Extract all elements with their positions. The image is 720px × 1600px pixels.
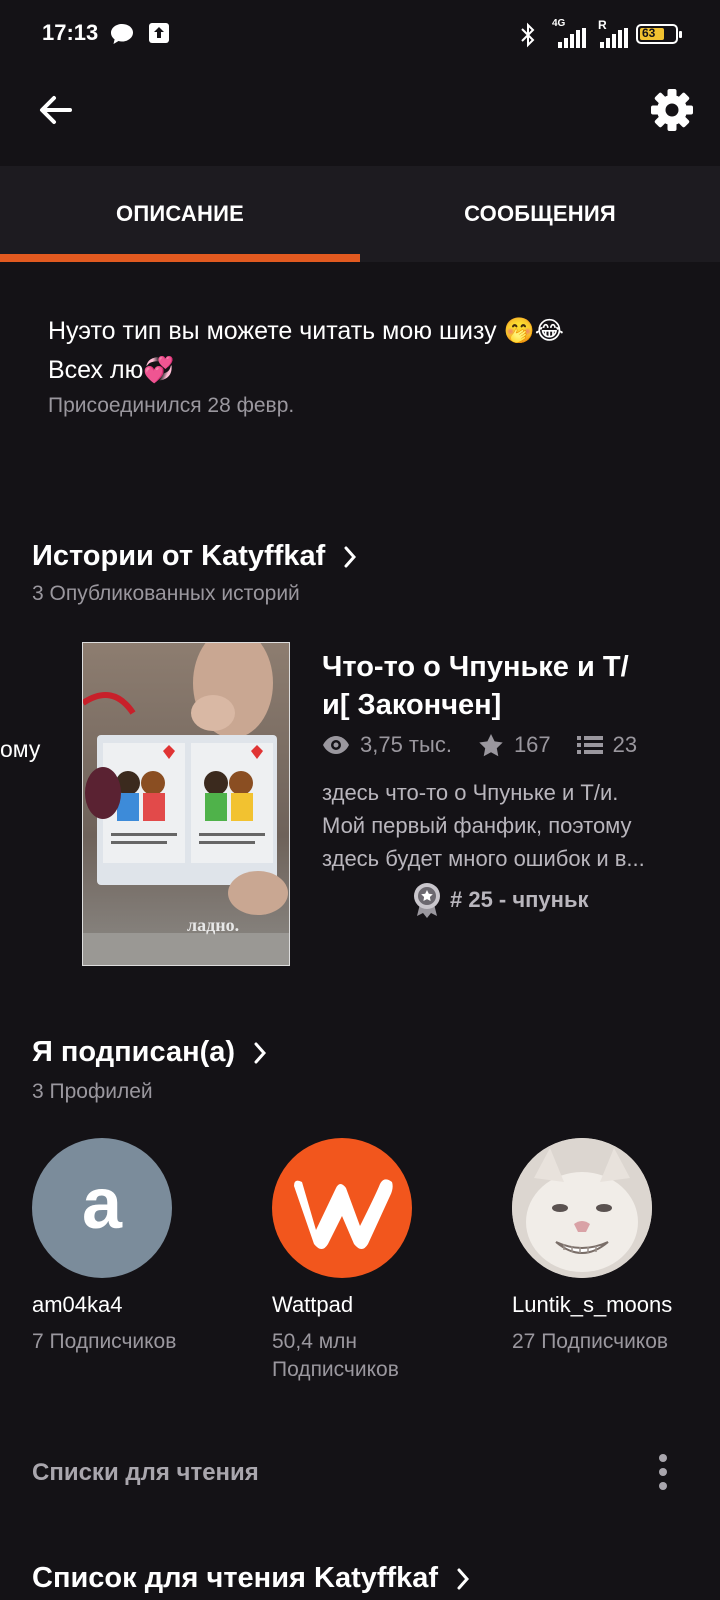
story-title-line2: и[ Закончен] bbox=[322, 689, 502, 721]
bio-text-line2: Всех лю💞 bbox=[48, 356, 175, 384]
profile-name: am04ka4 bbox=[32, 1292, 123, 1317]
following-title: Я подписан(а) bbox=[32, 1036, 236, 1068]
joined-date: Присоединился 28 февр. bbox=[48, 394, 295, 417]
list-icon bbox=[576, 736, 603, 754]
story-description[interactable]: здесь что-то о Чпуньке и Т/и. Мой первый… bbox=[322, 776, 692, 875]
votes-stat: 167 bbox=[478, 732, 551, 758]
story-description-line: здесь будет много ошибок и в... bbox=[322, 846, 645, 871]
following-count: 3 Профилей bbox=[32, 1080, 153, 1103]
signal-icon bbox=[558, 28, 586, 48]
ranking-badge-icon bbox=[414, 883, 440, 918]
stories-title: Истории от Katyffkaf bbox=[32, 540, 326, 572]
reading-list-header[interactable]: Список для чтения Katyffkaf bbox=[32, 1562, 470, 1595]
wattpad-logo bbox=[272, 1138, 412, 1278]
status-time: 17:13 bbox=[42, 20, 99, 45]
profile-tabs: ОПИСАНИЕ СООБЩЕНИЯ bbox=[0, 166, 720, 262]
story-description-line: здесь что-то о Чпуньке и Т/и. bbox=[322, 780, 619, 805]
battery-icon: 63 bbox=[636, 24, 682, 44]
more-vertical-icon bbox=[659, 1454, 667, 1490]
battery-level: 63 bbox=[642, 26, 656, 40]
previous-story-peek[interactable]: ому bbox=[0, 736, 40, 763]
story-rank[interactable]: # 25 - чпуньк bbox=[412, 882, 589, 918]
story-cover[interactable]: ладно. bbox=[82, 642, 290, 966]
profile-followers: 50,4 млн bbox=[272, 1330, 357, 1353]
cover-caption: ладно. bbox=[187, 915, 240, 935]
bio-text-line1: Нуэто тип вы можете читать мою шизу 🤭😂 bbox=[48, 317, 564, 345]
eye-icon bbox=[323, 736, 349, 754]
story-cover-image bbox=[83, 643, 289, 965]
arrow-left-icon bbox=[40, 96, 72, 124]
profile-followers: 27 Подписчиков bbox=[512, 1330, 669, 1353]
tab-description[interactable]: ОПИСАНИЕ bbox=[0, 166, 360, 262]
profile-followers: Подписчиков bbox=[272, 1358, 399, 1381]
profile-name: Wattpad bbox=[272, 1292, 354, 1317]
story-title[interactable]: Что-то о Чпуньке и Т/ и[ Закончен] bbox=[322, 648, 682, 724]
back-button[interactable] bbox=[34, 88, 78, 132]
star-icon bbox=[479, 734, 503, 757]
more-options-button[interactable] bbox=[648, 1452, 678, 1492]
stories-count: 3 Опубликованных историй bbox=[32, 582, 300, 605]
wattpad-w-icon bbox=[294, 1179, 393, 1249]
story-title-line1: Что-то о Чпуньке и Т/ bbox=[322, 651, 629, 683]
bluetooth-icon bbox=[521, 22, 535, 48]
views-stat: 3,75 тыс. bbox=[322, 732, 452, 758]
stories-header[interactable]: Истории от Katyffkaf bbox=[32, 540, 357, 573]
views-count: 3,75 тыс. bbox=[360, 732, 452, 757]
votes-count: 167 bbox=[513, 732, 551, 757]
message-icon bbox=[111, 24, 133, 44]
story-stats: 3,75 тыс. 167 23 bbox=[322, 732, 663, 758]
avatar: a bbox=[32, 1138, 172, 1278]
story-description-line: Мой первый фанфик, поэтому bbox=[322, 813, 632, 838]
chevron-right-icon bbox=[254, 1042, 267, 1064]
parts-stat: 23 bbox=[576, 732, 638, 758]
cat-avatar-image bbox=[512, 1138, 652, 1278]
profile-followers: 7 Подписчиков bbox=[32, 1330, 177, 1353]
profile-card[interactable]: a am04ka4 7 Подписчиков bbox=[32, 1138, 232, 1356]
status-bar: 17:13 4G R 63 bbox=[0, 0, 720, 70]
profile-card[interactable]: Wattpad 50,4 млн Подписчиков bbox=[272, 1138, 482, 1384]
profile-name: Luntik_s_moons bbox=[512, 1292, 673, 1317]
signal-icon bbox=[600, 28, 628, 48]
reading-list-title: Список для чтения Katyffkaf bbox=[32, 1562, 439, 1594]
gear-icon bbox=[651, 89, 693, 131]
following-header[interactable]: Я подписан(а) bbox=[32, 1036, 267, 1069]
rank-label: # 25 - чпуньк bbox=[450, 887, 589, 912]
chevron-right-icon bbox=[344, 546, 357, 568]
settings-button[interactable] bbox=[648, 86, 696, 134]
reading-lists-label: Списки для чтения bbox=[32, 1459, 259, 1486]
active-tab-indicator bbox=[0, 254, 360, 262]
profile-card[interactable]: Luntik_s_moons 27 Подписчиков bbox=[512, 1138, 717, 1356]
upload-icon bbox=[149, 23, 169, 43]
tab-messages[interactable]: СООБЩЕНИЯ bbox=[360, 166, 720, 262]
avatar bbox=[512, 1138, 652, 1278]
parts-count: 23 bbox=[612, 732, 638, 757]
chevron-right-icon bbox=[457, 1568, 470, 1590]
avatar-letter: a bbox=[81, 1164, 123, 1244]
